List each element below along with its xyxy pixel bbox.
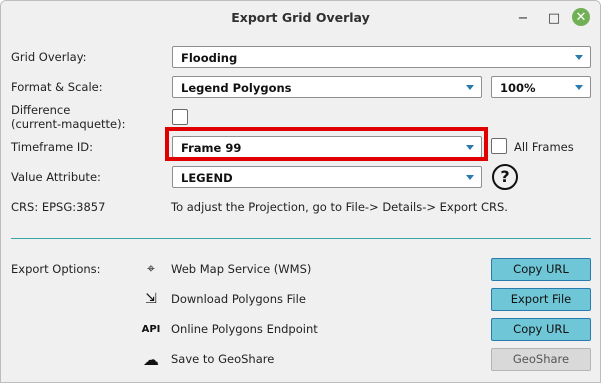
- crs-hint: To adjust the Projection, go to File-> D…: [171, 200, 508, 214]
- chevron-down-icon: [466, 175, 474, 180]
- cloud-upload-icon: ☁: [143, 349, 159, 369]
- scale-value: 100%: [500, 81, 536, 95]
- help-icon[interactable]: ?: [492, 164, 518, 190]
- polygons-endpoint-label: Online Polygons Endpoint: [171, 322, 318, 336]
- geoshare-label: Save to GeoShare: [171, 352, 275, 366]
- grid-overlay-select[interactable]: Flooding: [172, 46, 591, 68]
- chevron-down-icon: [575, 85, 583, 90]
- grid-overlay-label: Grid Overlay:: [11, 50, 87, 64]
- chevron-down-icon: [466, 85, 474, 90]
- difference-sublabel: (current-maquette):: [11, 117, 126, 131]
- timeframe-label: Timeframe ID:: [11, 140, 94, 154]
- maximize-icon[interactable]: □: [546, 10, 562, 26]
- minimize-icon[interactable]: −: [515, 10, 531, 26]
- format-select[interactable]: Legend Polygons: [172, 76, 482, 98]
- difference-label: Difference: [11, 103, 71, 117]
- map-pin-icon: ⌖: [147, 261, 155, 277]
- download-polygons-label: Download Polygons File: [171, 292, 306, 306]
- wms-label: Web Map Service (WMS): [171, 262, 312, 276]
- value-attribute-label: Value Attribute:: [11, 170, 101, 184]
- crs-label: CRS: EPSG:3857: [11, 200, 106, 214]
- format-scale-label: Format & Scale:: [11, 80, 103, 94]
- chevron-down-icon: [575, 55, 583, 60]
- export-file-button[interactable]: Export File: [491, 288, 591, 311]
- timeframe-highlight: [165, 127, 488, 161]
- scale-select[interactable]: 100%: [491, 76, 591, 98]
- value-attribute-select[interactable]: LEGEND: [172, 166, 482, 188]
- all-frames-checkbox[interactable]: [491, 138, 507, 154]
- format-value: Legend Polygons: [181, 81, 292, 95]
- copy-endpoint-url-button[interactable]: Copy URL: [491, 318, 591, 341]
- all-frames-label: All Frames: [514, 140, 574, 154]
- window-title: Export Grid Overlay: [231, 10, 370, 25]
- api-icon: API: [141, 323, 161, 335]
- grid-overlay-value: Flooding: [181, 51, 238, 65]
- export-grid-overlay-dialog: Export Grid Overlay − □ ✕ Grid Overlay: …: [0, 0, 601, 383]
- close-icon[interactable]: ✕: [572, 8, 590, 26]
- copy-wms-url-button[interactable]: Copy URL: [491, 258, 591, 281]
- title-bar[interactable]: Export Grid Overlay − □ ✕: [1, 1, 600, 35]
- separator: [11, 238, 591, 239]
- value-attribute-value: LEGEND: [181, 171, 233, 185]
- difference-checkbox[interactable]: [172, 109, 188, 125]
- download-file-icon: ⇲: [145, 291, 157, 307]
- geoshare-button[interactable]: GeoShare: [491, 348, 591, 371]
- export-options-label: Export Options:: [11, 262, 101, 276]
